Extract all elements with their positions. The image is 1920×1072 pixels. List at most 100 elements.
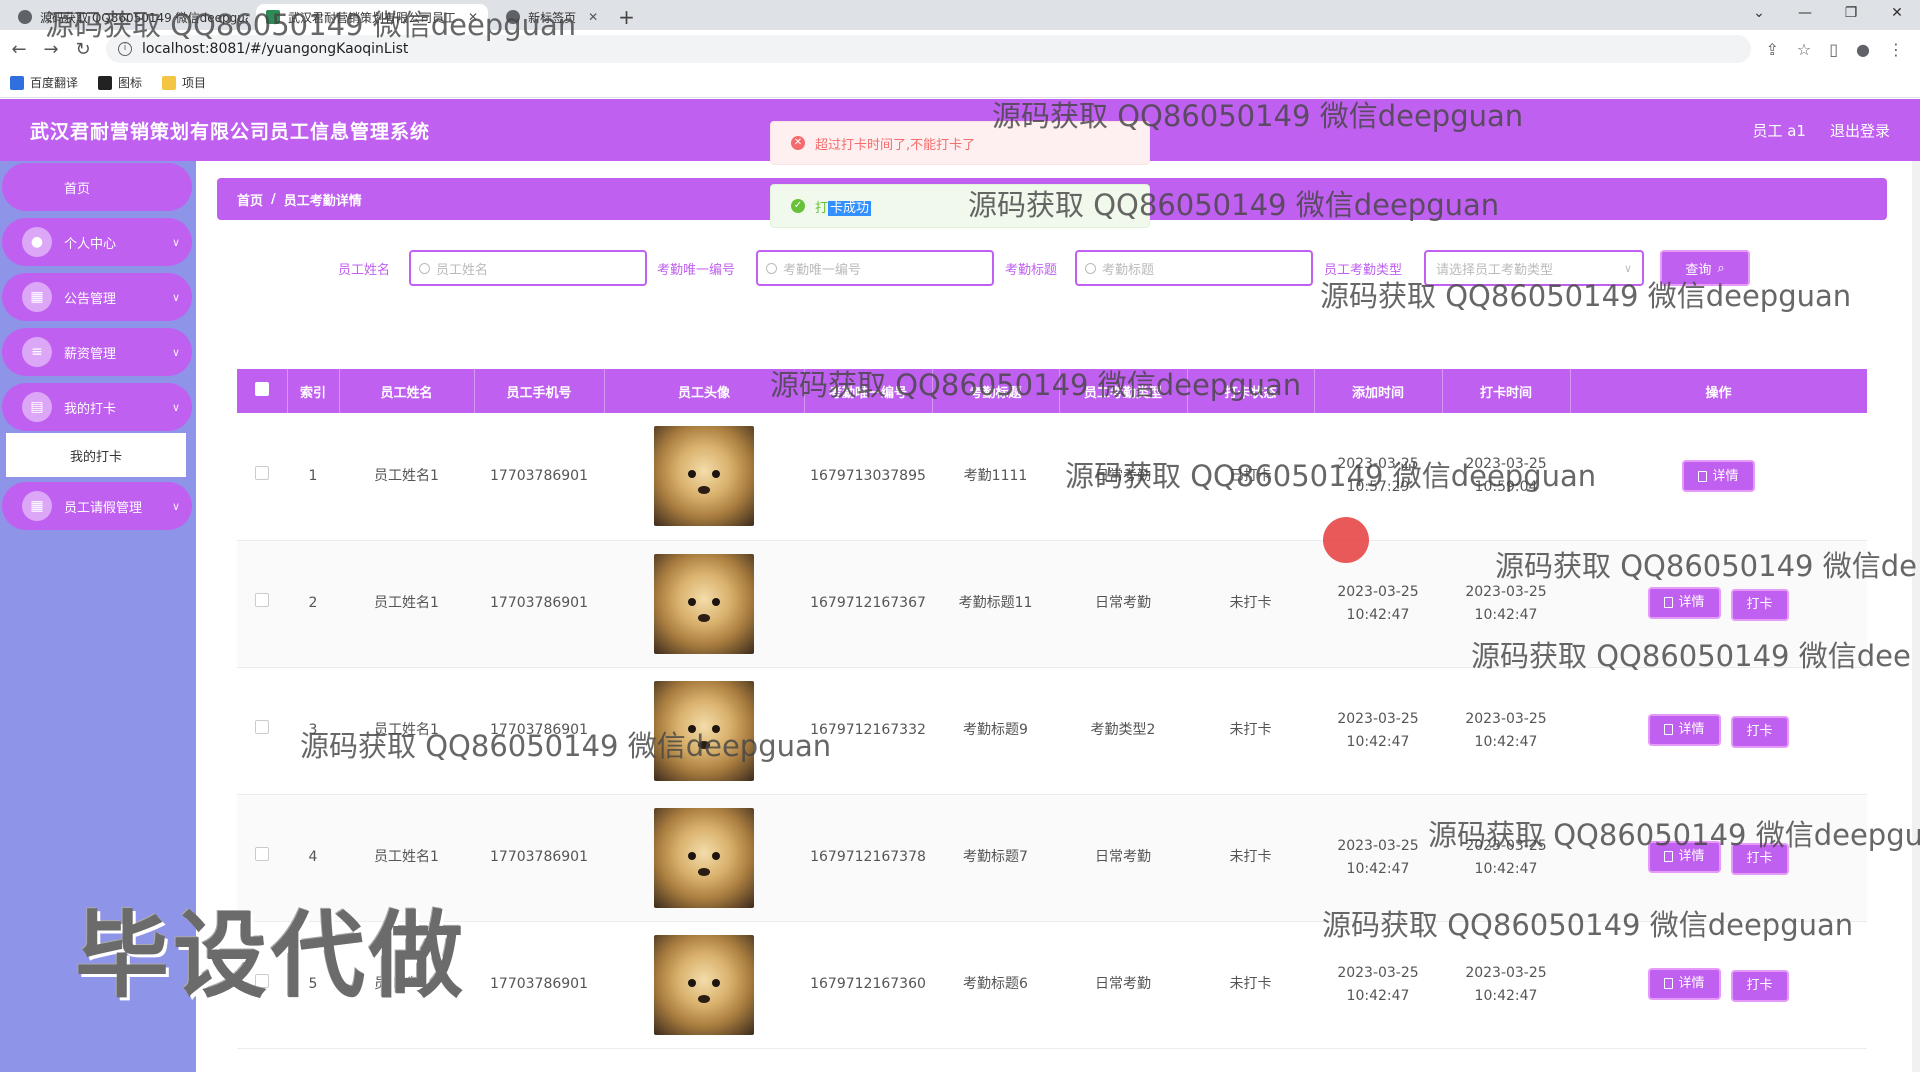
title-search-input[interactable]: 考勤标题 bbox=[1075, 250, 1313, 286]
avatar bbox=[654, 426, 754, 527]
mouse-cursor-highlight bbox=[1323, 517, 1369, 563]
browser-tab[interactable]: 新标签页 ✕ bbox=[496, 4, 608, 30]
cell-status: 未打卡 bbox=[1187, 540, 1314, 668]
close-tab-icon[interactable]: ✕ bbox=[468, 10, 478, 24]
window-controls: ⌄ — ❐ ✕ bbox=[1736, 0, 1920, 30]
punch-button[interactable]: 打卡 bbox=[1730, 969, 1789, 1002]
cell-status: 未打卡 bbox=[1187, 667, 1314, 795]
name-search-input[interactable]: 员工姓名 bbox=[409, 250, 647, 286]
bookmark-item[interactable]: 项目 bbox=[162, 74, 206, 91]
detail-button[interactable]: 详情 bbox=[1682, 460, 1755, 493]
punch-button[interactable]: 打卡 bbox=[1730, 842, 1789, 875]
cell-actions: 详情 打卡 bbox=[1570, 921, 1867, 1049]
apps-icon: ▦ bbox=[22, 491, 52, 521]
sidepanel-icon[interactable]: ▯ bbox=[1829, 40, 1838, 59]
current-user[interactable]: 员工 a1 bbox=[1752, 120, 1806, 141]
punch-label: 打卡 bbox=[1746, 597, 1773, 612]
bookmark-item[interactable]: 百度翻译 bbox=[10, 74, 78, 91]
column-header: 打卡状态 bbox=[1187, 369, 1315, 413]
cell-title: 考勤标题6 bbox=[932, 921, 1059, 1049]
avatar bbox=[654, 553, 754, 654]
page-scrollbar[interactable] bbox=[1912, 161, 1920, 1072]
cell-avatar bbox=[604, 921, 804, 1049]
close-window-icon[interactable]: ✕ bbox=[1874, 0, 1920, 30]
bookmark-item[interactable]: 图标 bbox=[98, 74, 142, 91]
row-checkbox[interactable] bbox=[237, 413, 287, 541]
row-checkbox[interactable] bbox=[237, 540, 287, 668]
app-title: 武汉君耐营销策划有限公司员工信息管理系统 bbox=[30, 120, 431, 143]
logout-link[interactable]: 退出登录 bbox=[1830, 120, 1890, 141]
breadcrumb-home[interactable]: 首页 bbox=[237, 190, 263, 209]
success-highlight: 卡成功 bbox=[828, 200, 872, 216]
punch-button[interactable]: 打卡 bbox=[1730, 715, 1789, 748]
sidebar-item-label: 个人中心 bbox=[64, 236, 117, 252]
column-header: 操作 bbox=[1570, 369, 1868, 413]
detail-label: 详情 bbox=[1678, 849, 1705, 864]
query-button[interactable]: 查询 ⌕ bbox=[1660, 250, 1750, 286]
browser-tab[interactable]: 源码获取 QQ86050149 微信deepguan bbox=[8, 4, 248, 30]
cell-actions: 详情 打卡 bbox=[1570, 667, 1867, 795]
bookmark-star-icon[interactable]: ☆ bbox=[1797, 40, 1811, 59]
error-message: 超过打卡时间了,不能打卡了 bbox=[815, 137, 976, 153]
sidebar-item-label: 首页 bbox=[63, 181, 90, 197]
forward-icon[interactable]: → bbox=[42, 39, 60, 60]
reload-icon[interactable]: ↻ bbox=[74, 39, 92, 60]
detail-button[interactable]: 详情 bbox=[1648, 840, 1721, 873]
cell-phone: 17703786901 bbox=[474, 667, 604, 795]
sidebar-item-attendance[interactable]: ▤ 我的打卡 ∨ bbox=[2, 383, 192, 431]
tab-search-icon[interactable]: ⌄ bbox=[1736, 0, 1782, 30]
chevron-down-icon: ∨ bbox=[171, 345, 180, 359]
site-info-icon[interactable]: i bbox=[118, 42, 132, 56]
menu-icon[interactable]: ⋮ bbox=[1888, 40, 1904, 59]
sidebar-item-label: 薪资管理 bbox=[64, 346, 117, 362]
row-checkbox[interactable] bbox=[237, 667, 287, 795]
column-header: 考勤唯一编号 bbox=[804, 369, 933, 413]
chevron-down-icon: ∨ bbox=[171, 290, 180, 304]
sidebar-item-salary[interactable]: ≡ 薪资管理 ∨ bbox=[2, 328, 192, 376]
globe-icon bbox=[18, 10, 32, 24]
cell-actions: 详情 打卡 bbox=[1570, 794, 1867, 922]
chevron-down-icon: ∨ bbox=[171, 499, 180, 513]
punch-label: 打卡 bbox=[1746, 724, 1773, 739]
cell-punch-time: 2023-03-25 10:42:47 bbox=[1442, 667, 1570, 795]
browser-tab-active[interactable]: 武汉君耐营销策划有限公司员工 ✕ bbox=[256, 4, 489, 30]
search-icon: ⌕ bbox=[1717, 260, 1725, 276]
cell-name: 员工姓名1 bbox=[339, 413, 474, 541]
sidebar-item-home[interactable]: 首页 bbox=[2, 163, 192, 211]
new-tab-button[interactable]: + bbox=[618, 4, 635, 30]
profile-icon[interactable]: ● bbox=[1856, 40, 1870, 59]
url-field[interactable]: i localhost:8081/#/yuangongKaoqinList bbox=[106, 35, 1752, 63]
punch-button[interactable]: 打卡 bbox=[1730, 588, 1789, 621]
detail-button[interactable]: 详情 bbox=[1648, 967, 1721, 1000]
detail-label: 详情 bbox=[1712, 468, 1739, 484]
success-message: 打卡成功 bbox=[815, 197, 872, 216]
column-header: 员工考勤类型 bbox=[1059, 369, 1188, 413]
close-tab-icon[interactable]: ✕ bbox=[588, 10, 598, 24]
detail-button[interactable]: 详情 bbox=[1648, 586, 1721, 619]
browser-tabbar: 源码获取 QQ86050149 微信deepguan 武汉君耐营销策划有限公司员… bbox=[0, 0, 1920, 30]
share-icon[interactable]: ⇪ bbox=[1765, 40, 1778, 59]
url-text: localhost:8081/#/yuangongKaoqinList bbox=[142, 41, 409, 57]
sidebar-subitem-my-attendance[interactable]: 我的打卡 bbox=[6, 433, 186, 477]
back-icon[interactable]: ← bbox=[10, 39, 28, 60]
detail-button[interactable]: 详情 bbox=[1648, 713, 1721, 746]
avatar bbox=[654, 680, 754, 781]
table-row: 5 员工姓名1 17703786901 1679712167360 考勤标题6 日常考勤未… bbox=[237, 921, 1867, 1049]
detail-label: 详情 bbox=[1678, 722, 1705, 737]
minimize-icon[interactable]: — bbox=[1782, 0, 1828, 30]
column-header: 员工头像 bbox=[604, 369, 805, 413]
type-select[interactable]: 请选择员工考勤类型 ∨ bbox=[1424, 250, 1644, 286]
punch-label: 打卡 bbox=[1746, 851, 1773, 866]
cell-phone: 17703786901 bbox=[474, 794, 604, 922]
attendance-table: 索引 员工姓名 员工手机号 员工头像 考勤唯一编号 考勤标题 员工考勤类型 打卡… bbox=[237, 369, 1868, 1049]
document-icon bbox=[1664, 724, 1674, 735]
uid-search-input[interactable]: 考勤唯一编号 bbox=[756, 250, 994, 286]
cell-avatar bbox=[604, 794, 804, 922]
sidebar-item-leave[interactable]: ▦ 员工请假管理 ∨ bbox=[2, 482, 192, 530]
breadcrumb-current: 员工考勤详情 bbox=[283, 193, 362, 209]
success-prefix: 打 bbox=[815, 200, 829, 216]
cell-type: 考勤类型2 bbox=[1059, 667, 1187, 795]
select-all-checkbox[interactable] bbox=[237, 369, 288, 413]
restore-icon[interactable]: ❐ bbox=[1828, 0, 1874, 30]
bookmark-label: 百度翻译 bbox=[30, 76, 79, 90]
